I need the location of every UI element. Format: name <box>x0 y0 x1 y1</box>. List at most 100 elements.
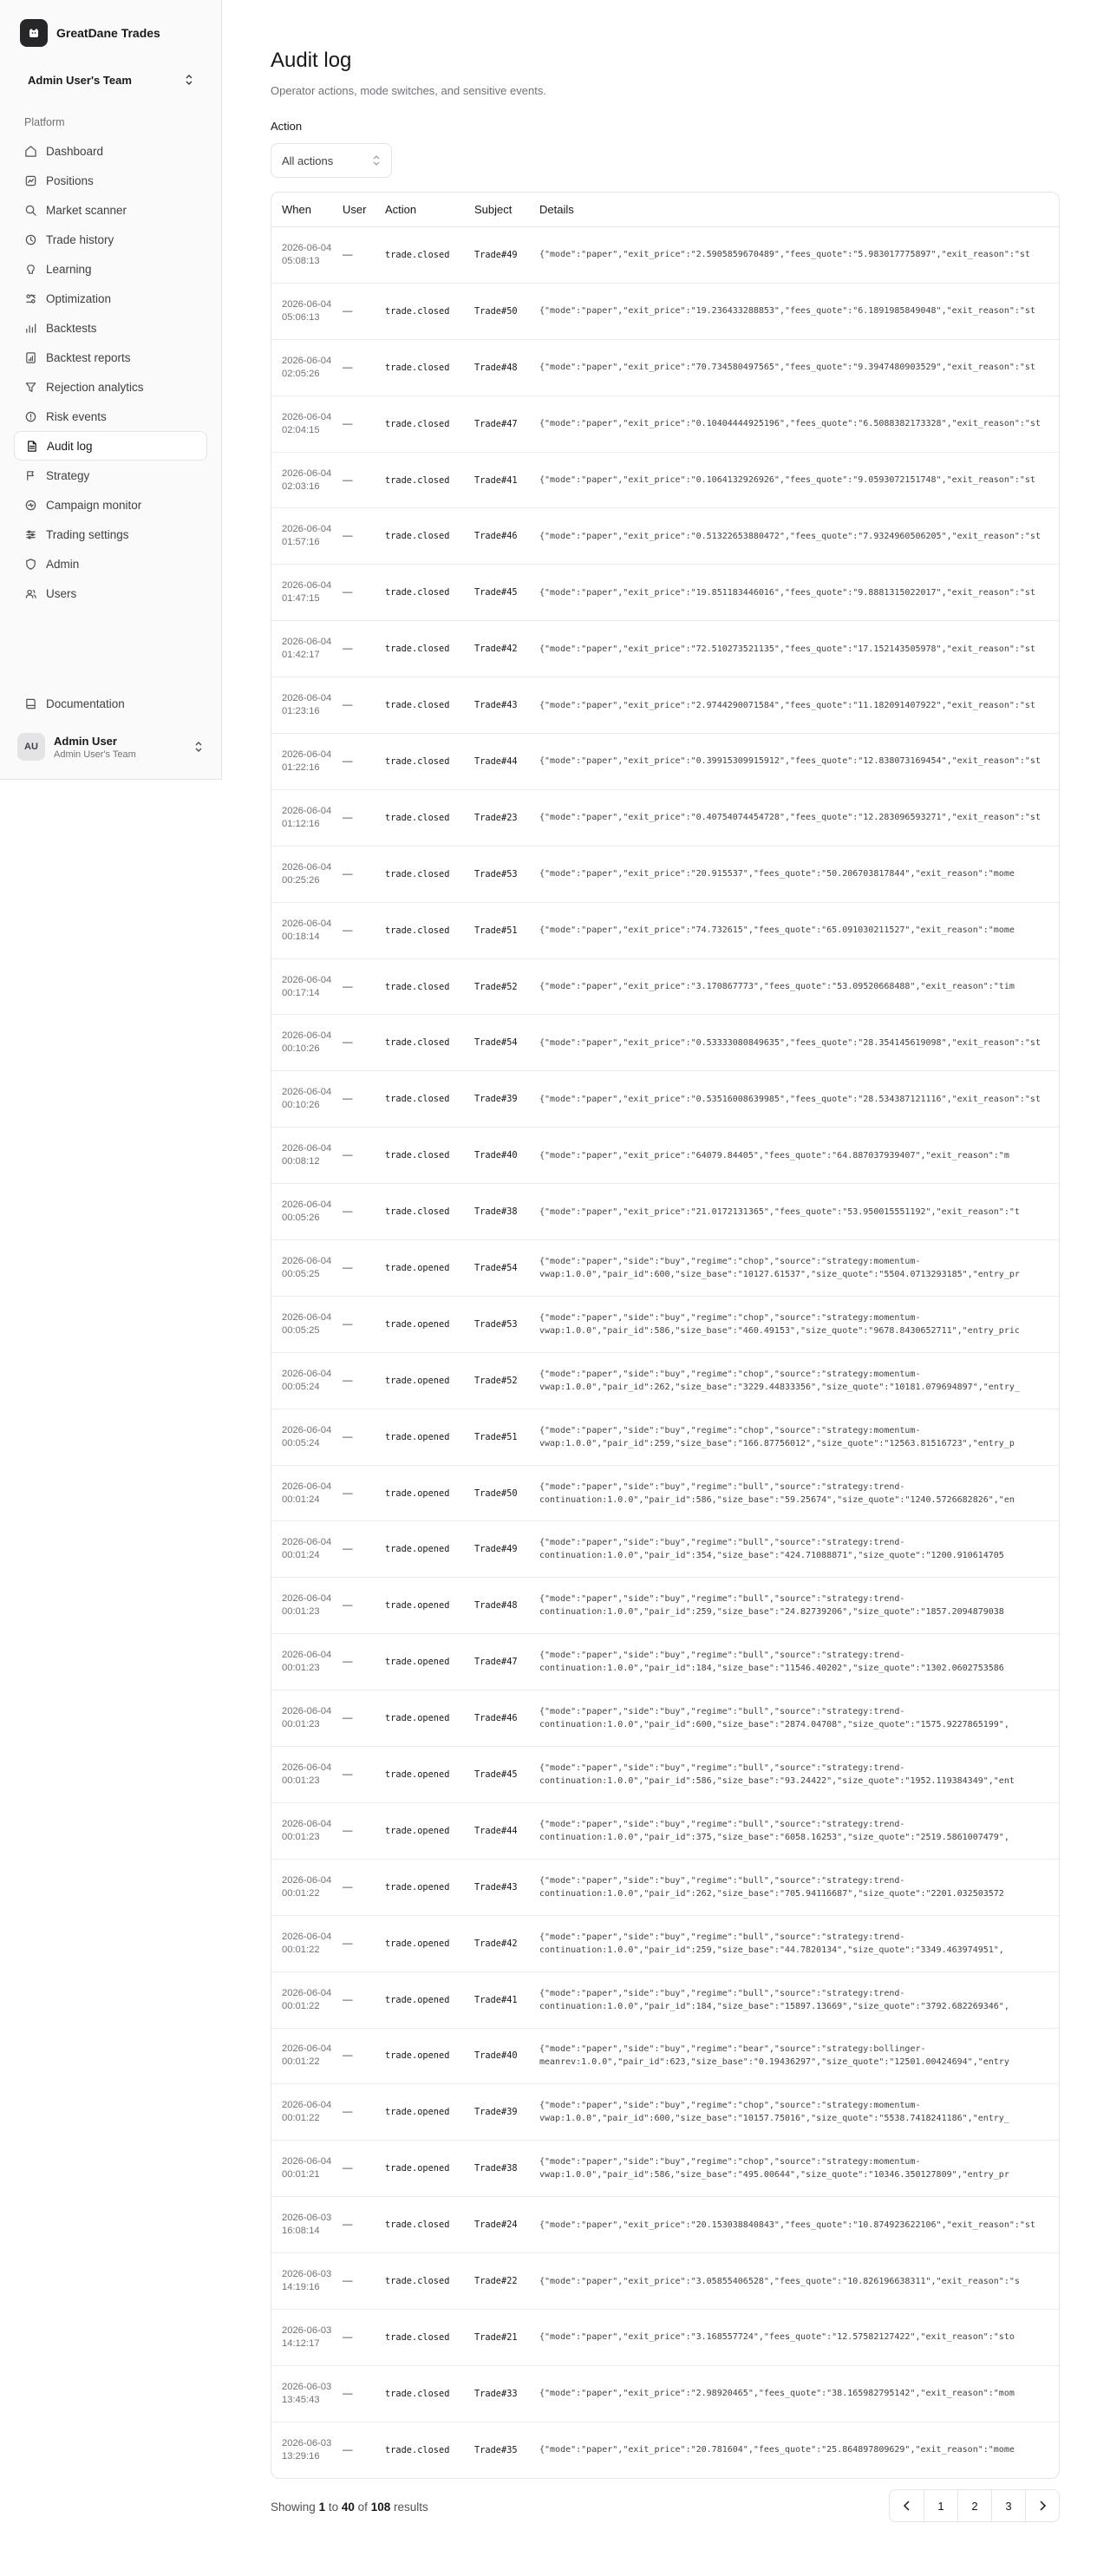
cell-user: — <box>343 981 353 992</box>
table-row[interactable]: 2026-06-04 00:01:24 — trade.opened Trade#50 {… <box>271 1466 1059 1522</box>
cell-when: 2026-06-04 00:05:25 <box>271 1311 336 1337</box>
cell-user: — <box>343 1206 353 1218</box>
sidebar-item-risk-events[interactable]: Risk events <box>14 402 207 431</box>
cell-user: — <box>343 362 353 373</box>
table-row[interactable]: 2026-06-04 00:01:21 — trade.opened Trade#38 {… <box>271 2141 1059 2198</box>
table-row[interactable]: 2026-06-04 01:23:16 — trade.closed Trade#43 {… <box>271 677 1059 735</box>
table-row[interactable]: 2026-06-04 00:17:14 — trade.closed Trade#52 {… <box>271 959 1059 1016</box>
cell-date: 2026-06-04 <box>282 637 332 648</box>
sidebar-item-dashboard[interactable]: Dashboard <box>14 136 207 166</box>
table-row[interactable]: 2026-06-04 00:01:23 — trade.opened Trade#47 {… <box>271 1634 1059 1691</box>
details-line: continuation:1.0.0","pair_id":262,"size_… <box>539 1888 1004 1899</box>
table-row[interactable]: 2026-06-04 05:08:13 — trade.closed Trade#49 {… <box>271 227 1059 284</box>
table-row[interactable]: 2026-06-04 01:22:16 — trade.closed Trade#44 {… <box>271 734 1059 790</box>
table-row[interactable]: 2026-06-04 00:01:24 — trade.opened Trade#49 {… <box>271 1521 1059 1579</box>
table-row[interactable]: 2026-06-04 00:01:22 — trade.opened Trade#40 {… <box>271 2029 1059 2085</box>
page-3-button[interactable]: 3 <box>991 2490 1025 2521</box>
table-row[interactable]: 2026-06-03 16:08:14 — trade.closed Trade#24 {… <box>271 2197 1059 2254</box>
cell-date: 2026-06-04 <box>282 411 332 422</box>
cell-user: — <box>343 2220 353 2231</box>
cell-time: 00:01:23 <box>282 1775 320 1786</box>
cell-user: — <box>343 1938 353 1949</box>
action-filter-select[interactable]: All actions <box>271 143 392 178</box>
sidebar-item-positions[interactable]: Positions <box>14 166 207 195</box>
cell-user: — <box>343 1657 353 1668</box>
sidebar-item-backtests[interactable]: Backtests <box>14 313 207 343</box>
details-line: continuation:1.0.0","pair_id":354,"size_… <box>539 1551 1004 1561</box>
cell-time: 01:42:17 <box>282 650 320 661</box>
cell-date: 2026-06-04 <box>282 1874 332 1886</box>
table-row[interactable]: 2026-06-04 02:03:16 — trade.closed Trade#41 {… <box>271 453 1059 509</box>
details-line: vwap:1.0.0","pair_id":262,"size_base":"3… <box>539 1382 1020 1392</box>
table-row[interactable]: 2026-06-04 00:01:23 — trade.opened Trade#45 {… <box>271 1747 1059 1803</box>
cell-action: trade.closed <box>385 474 450 486</box>
table-row[interactable]: 2026-06-04 02:05:26 — trade.closed Trade#48 {… <box>271 340 1059 396</box>
table-row[interactable]: 2026-06-04 01:57:16 — trade.closed Trade#46 {… <box>271 508 1059 566</box>
table-row[interactable]: 2026-06-04 02:04:15 — trade.closed Trade#47 {… <box>271 396 1059 453</box>
table-row[interactable]: 2026-06-04 00:18:14 — trade.closed Trade#51 {… <box>271 903 1059 959</box>
dog-logo-icon <box>20 19 48 47</box>
brand[interactable]: GreatDane Trades <box>20 19 160 47</box>
sidebar-item-label: Dashboard <box>46 144 104 158</box>
table-row[interactable]: 2026-06-04 00:01:22 — trade.opened Trade#39 {… <box>271 2084 1059 2141</box>
table-row[interactable]: 2026-06-04 00:01:22 — trade.opened Trade#43 {… <box>271 1860 1059 1916</box>
cell-time: 00:01:23 <box>282 1663 320 1674</box>
next-page-button[interactable] <box>1025 2490 1059 2521</box>
sidebar-item-admin[interactable]: Admin <box>14 549 207 579</box>
table-row[interactable]: 2026-06-04 00:01:22 — trade.opened Trade#42 {… <box>271 1916 1059 1972</box>
table-row[interactable]: 2026-06-04 00:01:23 — trade.opened Trade#48 {… <box>271 1578 1059 1635</box>
prev-page-button[interactable] <box>890 2490 924 2521</box>
documentation-link[interactable]: Documentation <box>14 689 207 718</box>
details-line: {"mode":"paper","exit_price":"64079.8440… <box>539 1150 1009 1161</box>
table-row[interactable]: 2026-06-04 00:05:24 — trade.opened Trade#51 {… <box>271 1409 1059 1466</box>
cell-action: trade.opened <box>385 1600 450 1612</box>
table-row[interactable]: 2026-06-03 13:29:16 — trade.closed Trade#35 {… <box>271 2422 1059 2478</box>
table-row[interactable]: 2026-06-04 00:01:22 — trade.opened Trade#41 {… <box>271 1972 1059 2029</box>
table-row[interactable]: 2026-06-04 00:25:26 — trade.closed Trade#53 {… <box>271 847 1059 903</box>
sidebar-item-optimization[interactable]: Optimization <box>14 284 207 313</box>
sidebar-item-users[interactable]: Users <box>14 579 207 608</box>
sidebar-item-trading-settings[interactable]: Trading settings <box>14 520 207 549</box>
sidebar-item-backtest-reports[interactable]: Backtest reports <box>14 343 207 372</box>
table-row[interactable]: 2026-06-04 00:05:25 — trade.opened Trade#54 {… <box>271 1240 1059 1297</box>
table-row[interactable]: 2026-06-04 00:01:23 — trade.opened Trade#44 {… <box>271 1803 1059 1860</box>
table-row[interactable]: 2026-06-03 13:45:43 — trade.closed Trade#33 {… <box>271 2366 1059 2422</box>
sidebar-item-strategy[interactable]: Strategy <box>14 461 207 490</box>
cell-when: 2026-06-04 00:01:23 <box>271 1705 336 1731</box>
team-switcher[interactable]: Admin User's Team <box>14 64 208 95</box>
sidebar-item-trade-history[interactable]: Trade history <box>14 225 207 254</box>
cell-date: 2026-06-04 <box>282 974 332 985</box>
cell-action: trade.closed <box>385 587 450 598</box>
table-row[interactable]: 2026-06-04 00:10:26 — trade.closed Trade#39 {… <box>271 1071 1059 1128</box>
sidebar-item-label: Audit log <box>47 439 93 453</box>
page-2-button[interactable]: 2 <box>957 2490 991 2521</box>
table-row[interactable]: 2026-06-04 01:47:15 — trade.closed Trade#45 {… <box>271 565 1059 622</box>
user-menu[interactable]: AU Admin User Admin User's Team <box>14 728 207 766</box>
cell-details: {"mode":"paper","side":"buy","regime":"b… <box>539 1818 1059 1844</box>
table-row[interactable]: 2026-06-04 00:08:12 — trade.closed Trade#40 {… <box>271 1128 1059 1185</box>
sidebar-item-campaign-monitor[interactable]: Campaign monitor <box>14 490 207 520</box>
table-row[interactable]: 2026-06-04 00:05:26 — trade.closed Trade#38 {… <box>271 1184 1059 1241</box>
details-line: {"mode":"paper","exit_price":"19.2364332… <box>539 306 1035 317</box>
sidebar-item-learning[interactable]: Learning <box>14 254 207 284</box>
cell-time: 00:10:26 <box>282 1043 320 1055</box>
sidebar-item-rejection-analytics[interactable]: Rejection analytics <box>14 372 207 402</box>
cell-user: — <box>343 1262 353 1273</box>
table-row[interactable]: 2026-06-04 01:12:16 — trade.closed Trade#23 {… <box>271 790 1059 847</box>
table-row[interactable]: 2026-06-04 05:06:13 — trade.closed Trade#50 {… <box>271 284 1059 340</box>
cell-date: 2026-06-03 <box>282 2324 332 2336</box>
details-line: {"mode":"paper","exit_price":"20.1530388… <box>539 2220 1035 2230</box>
cell-subject: Trade#38 <box>474 2163 518 2174</box>
cell-when: 2026-06-04 00:01:22 <box>271 2043 336 2069</box>
sidebar-item-audit-log[interactable]: Audit log <box>14 431 207 461</box>
table-row[interactable]: 2026-06-04 01:42:17 — trade.closed Trade#42 {… <box>271 621 1059 678</box>
table-row[interactable]: 2026-06-04 00:05:25 — trade.opened Trade#53 {… <box>271 1297 1059 1353</box>
table-row[interactable]: 2026-06-03 14:19:16 — trade.closed Trade#22 {… <box>271 2253 1059 2310</box>
table-row[interactable]: 2026-06-03 14:12:17 — trade.closed Trade#21 {… <box>271 2310 1059 2366</box>
table-row[interactable]: 2026-06-04 00:05:24 — trade.opened Trade#52 {… <box>271 1353 1059 1409</box>
table-row[interactable]: 2026-06-04 00:10:26 — trade.closed Trade#54 {… <box>271 1015 1059 1072</box>
sidebar-item-market-scanner[interactable]: Market scanner <box>14 195 207 225</box>
table-row[interactable]: 2026-06-04 00:01:23 — trade.opened Trade#46 {… <box>271 1690 1059 1748</box>
sliders-icon <box>26 529 36 539</box>
page-1-button[interactable]: 1 <box>924 2490 957 2521</box>
